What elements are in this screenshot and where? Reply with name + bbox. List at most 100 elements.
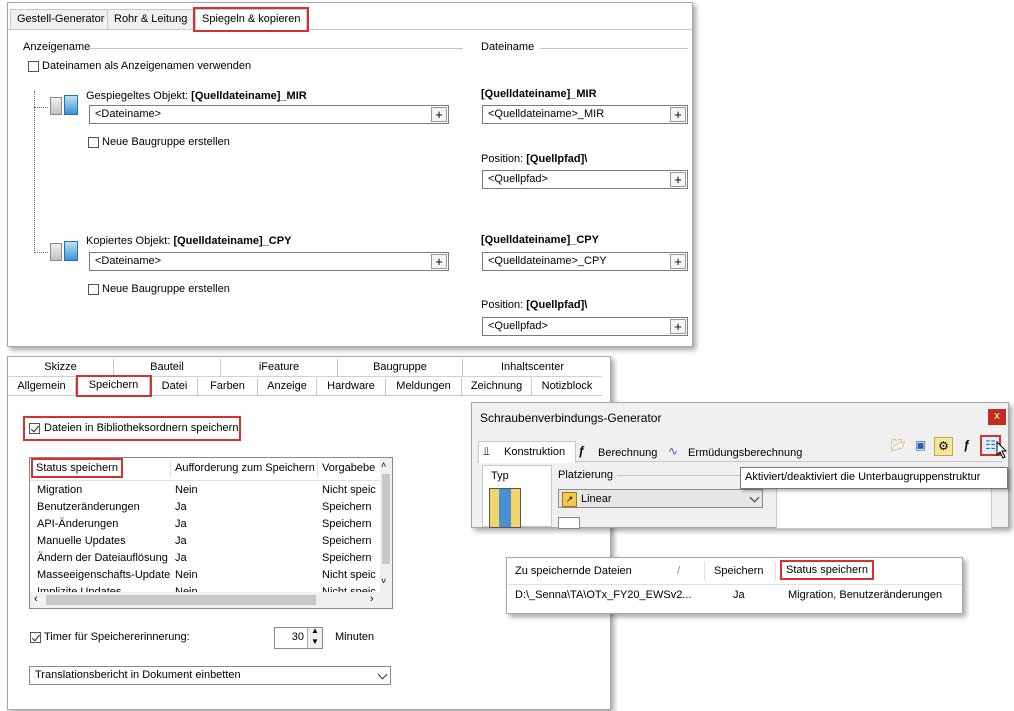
mirrored-name-value: <Dateiname>: [95, 108, 162, 120]
mirror-copy-panel: Gestell-Generator Rohr & Leitung Spiegel…: [7, 2, 693, 347]
scroll-up-icon[interactable]: ˄: [381, 460, 386, 470]
tab-zeichnung[interactable]: Zeichnung: [462, 378, 532, 395]
table-row[interactable]: D:\_Senna\TA\OTx_FY20_EWSv2... Ja Migrat…: [507, 587, 962, 604]
template-icon[interactable]: ⚙: [934, 437, 953, 456]
horizontal-scrollbar[interactable]: ‹ ›: [30, 592, 392, 608]
vertical-scrollbar[interactable]: ˄ ˅: [380, 458, 392, 592]
scroll-thumb[interactable]: [382, 474, 390, 564]
mirrored-file-plus-button[interactable]: +: [670, 107, 686, 122]
use-filename-checkbox[interactable]: [28, 61, 39, 72]
mirrored-file-field[interactable]: <Quelldateiname>_MIR +: [482, 105, 688, 124]
anzeigename-header: Anzeigename: [23, 41, 91, 53]
linear-placement-icon: ↗: [562, 492, 577, 507]
mirrored-position-field[interactable]: <Quellpfad> +: [482, 170, 688, 189]
tab-farben[interactable]: Farben: [198, 378, 258, 395]
cell-default: Nicht speic: [322, 484, 376, 496]
scroll-hthumb[interactable]: [46, 595, 316, 605]
tab-spiegeln-kopieren[interactable]: Spiegeln & kopieren: [192, 7, 310, 32]
spin-buttons[interactable]: ▲ ▼: [307, 626, 322, 648]
table-row[interactable]: Ändern der Dateiauflösung Ja Speichern: [30, 550, 380, 567]
mirrored-object-prefix: Gespiegeltes Objekt:: [86, 90, 192, 102]
table-row[interactable]: Manuelle Updates Ja Speichern: [30, 533, 380, 550]
copied-new-assembly-checkbox[interactable]: [88, 284, 99, 295]
table-row[interactable]: Implizite Updates Nein Nicht speic: [30, 584, 380, 592]
table-row[interactable]: API-Änderungen Ja Speichern: [30, 516, 380, 533]
timer-checkbox[interactable]: [30, 632, 41, 643]
cell-status: Implizite Updates: [37, 586, 122, 592]
tab-skizze[interactable]: Skizze: [8, 359, 114, 376]
copied-position-field[interactable]: <Quellpfad> +: [482, 317, 688, 336]
tab-berechnung[interactable]: ƒ Berechnung: [576, 442, 664, 462]
cell-status: Manuelle Updates: [37, 535, 126, 547]
tab-baugruppe[interactable]: Baugruppe: [338, 359, 463, 376]
tab-konstruktion-label: Konstruktion: [504, 446, 566, 458]
translation-report-select[interactable]: Translationsbericht in Dokument einbette…: [29, 666, 391, 685]
tab-gestell-generator[interactable]: Gestell-Generator: [10, 9, 112, 29]
tab-speichern[interactable]: Speichern: [76, 375, 152, 397]
copied-position-value: <Quellpfad>: [488, 320, 548, 332]
tab-hardware[interactable]: Hardware: [317, 378, 386, 395]
scroll-right-icon[interactable]: ›: [370, 593, 374, 605]
scroll-left-icon[interactable]: ‹: [34, 593, 38, 605]
copied-file-value: <Quelldateiname>_CPY: [488, 255, 607, 267]
mirrored-object-label: Gespiegeltes Objekt: [Quelldateiname]_MI…: [86, 90, 307, 102]
copied-position-prefix: Position:: [481, 299, 527, 311]
table-row[interactable]: Benutzeränderungen Ja Speichern: [30, 499, 380, 516]
save-icon[interactable]: ▣: [912, 437, 929, 454]
column-aufforderung[interactable]: Aufforderung zum Speichern: [175, 462, 315, 474]
scroll-down-icon[interactable]: ˅: [381, 576, 386, 586]
spin-up-icon[interactable]: ▲: [311, 626, 319, 635]
tab-bauteil[interactable]: Bauteil: [114, 359, 221, 376]
library-save-checkbox[interactable]: [29, 423, 40, 434]
translation-report-value: Translationsbericht in Dokument einbette…: [35, 669, 241, 681]
mirrored-position-plus-button[interactable]: +: [670, 172, 686, 187]
mirrored-position-path: [Quellpfad]\: [526, 153, 588, 165]
copied-name-field[interactable]: <Dateiname> +: [89, 252, 449, 271]
tab-ifeature[interactable]: iFeature: [221, 359, 338, 376]
cell-prompt: Ja: [175, 535, 187, 547]
tab-anzeige[interactable]: Anzeige: [258, 378, 317, 395]
tree-connector: [34, 107, 48, 108]
mirrored-name-plus-button[interactable]: +: [431, 107, 447, 122]
library-checkbox-group: Dateien in Bibliotheksordnern speichern: [23, 416, 241, 441]
column-vorgabe[interactable]: Vorgabebe: [322, 462, 375, 474]
copied-file-plus-button[interactable]: +: [670, 254, 686, 269]
open-folder-icon[interactable]: 📂︎: [890, 437, 907, 454]
mirrored-object-name: [Quelldateiname]_MIR: [191, 90, 307, 102]
source-part-icon: [50, 243, 62, 261]
mirrored-new-assembly-checkbox[interactable]: [88, 137, 99, 148]
column-status-speichern[interactable]: Status speichern: [31, 458, 123, 478]
bolt-type-image[interactable]: [489, 488, 521, 528]
spin-down-icon[interactable]: ▼: [311, 637, 319, 646]
copied-file-field[interactable]: <Quelldateiname>_CPY +: [482, 252, 688, 271]
copied-file-header: [Quelldateiname]_CPY: [481, 234, 599, 246]
placement-select[interactable]: ↗ Linear: [558, 489, 763, 508]
mirrored-file-value: <Quelldateiname>_MIR: [488, 108, 605, 120]
table-row[interactable]: Masseeigenschafts-Update Nein Nicht spei…: [30, 567, 380, 584]
tab-row-2: Allgemein Speichern Datei Farben Anzeige…: [8, 375, 602, 397]
cell-default: Speichern: [322, 518, 372, 530]
tooltip: Aktiviert/deaktiviert die Unterbaugruppe…: [740, 467, 1008, 489]
column-speichern[interactable]: Speichern: [714, 565, 764, 577]
copied-name-plus-button[interactable]: +: [431, 254, 447, 269]
tab-allgemein[interactable]: Allgemein: [8, 378, 76, 395]
table-row[interactable]: Migration Nein Nicht speic: [30, 482, 380, 499]
function-toolbar-icon[interactable]: ƒ: [958, 437, 975, 454]
copied-part-icon: [64, 241, 78, 261]
tab-konstruktion[interactable]: ⫫ Konstruktion: [478, 441, 576, 463]
tab-inhaltscenter[interactable]: Inhaltscenter: [463, 359, 602, 376]
mirrored-name-field[interactable]: <Dateiname> +: [89, 105, 449, 124]
tab-notizblock[interactable]: Notizblock: [532, 378, 602, 395]
tab-ermuedungsberechnung[interactable]: ∿ Ermüdungsberechnung: [666, 442, 806, 462]
placement-sub-icon[interactable]: [558, 517, 580, 529]
save-status-grid[interactable]: Status speichern Aufforderung zum Speich…: [29, 457, 393, 609]
tab-rohr-leitung[interactable]: Rohr & Leitung: [107, 9, 195, 29]
copied-position-plus-button[interactable]: +: [670, 319, 686, 334]
tab-datei[interactable]: Datei: [152, 378, 198, 395]
timer-spinbox[interactable]: 30 ▲ ▼: [274, 626, 323, 649]
column-status-speichern[interactable]: Status speichern: [780, 560, 874, 580]
tab-meldungen[interactable]: Meldungen: [386, 378, 462, 395]
column-files[interactable]: Zu speichernde Dateien: [515, 565, 632, 577]
close-button[interactable]: x: [988, 409, 1006, 425]
platzierung-label: Platzierung: [558, 469, 614, 481]
